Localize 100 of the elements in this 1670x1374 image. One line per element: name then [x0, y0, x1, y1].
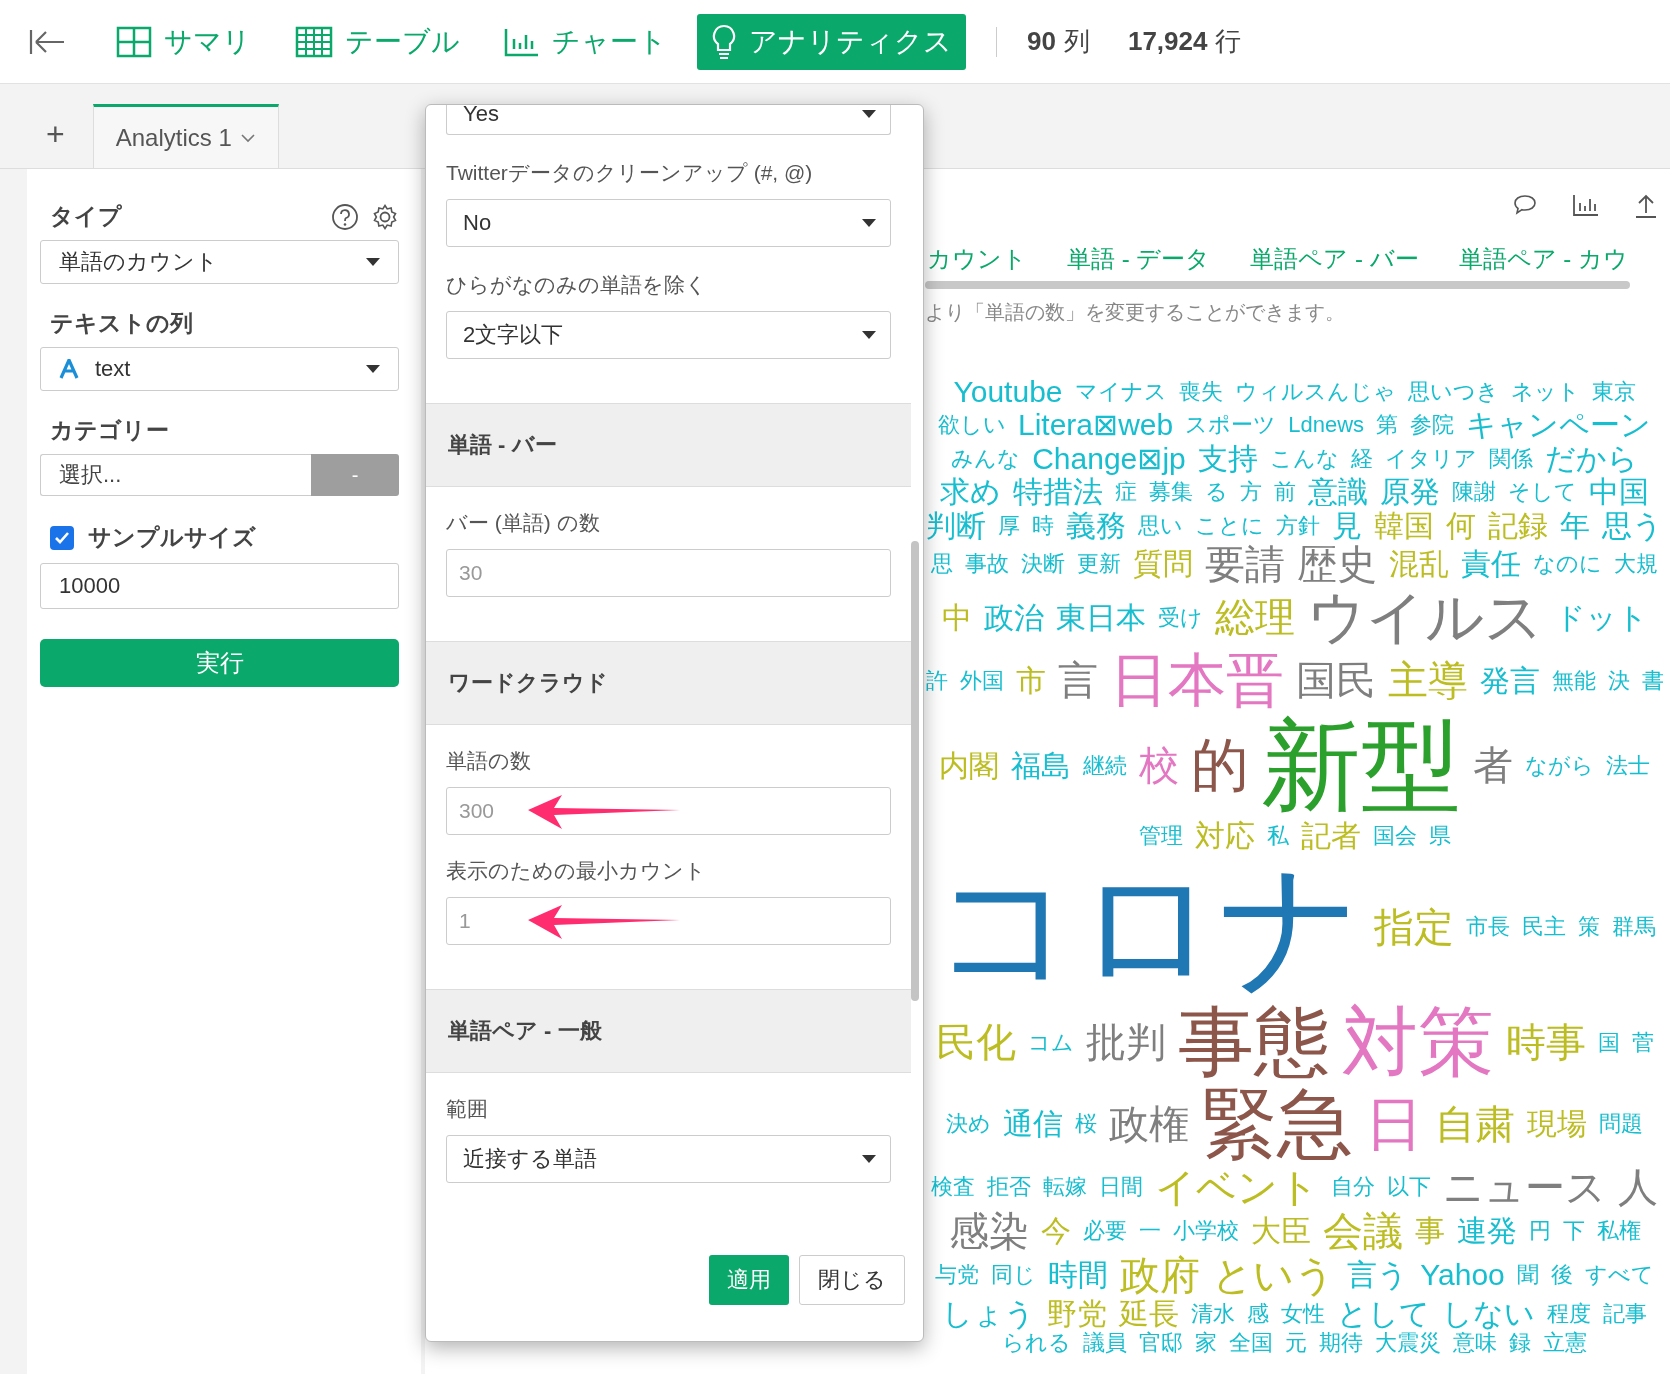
cloud-word: 感	[1247, 1302, 1269, 1326]
cloud-word: 管理	[1138, 824, 1183, 848]
cloud-word: 同じ	[991, 1263, 1037, 1287]
nav-tab[interactable]: サマリ	[102, 13, 265, 70]
cloud-word: 記事	[1603, 1302, 1647, 1326]
cloud-word: 質問	[1133, 548, 1193, 580]
nav-tab[interactable]: アナリティクス	[697, 13, 966, 70]
cloud-word: 方針	[1276, 513, 1320, 537]
cloud-word: 大震災	[1375, 1331, 1441, 1355]
help-icon[interactable]	[331, 202, 359, 231]
field-label: 単語の数	[446, 748, 532, 774]
cloud-word: 法士	[1606, 753, 1650, 777]
nav-tab[interactable]: チャート	[490, 13, 681, 70]
cloud-word: 市長	[1466, 915, 1510, 939]
cloud-word: 円	[1528, 1219, 1551, 1243]
cloud-word: 人	[1618, 1165, 1658, 1208]
field-label: テキストの列	[49, 309, 194, 338]
cloud-word: 参院	[1410, 413, 1455, 437]
cloud-word: なのに	[1533, 552, 1602, 576]
cloud-word: 何	[1446, 509, 1476, 541]
comment-icon[interactable]	[1512, 193, 1538, 217]
cloud-word: 外国	[959, 668, 1004, 692]
sample-size-field[interactable]: 10000	[40, 563, 399, 609]
cloud-word: る	[1205, 480, 1228, 504]
grid-icon	[116, 25, 152, 58]
dropdown[interactable]: No	[446, 199, 891, 247]
cloud-word: 小学校	[1172, 1219, 1239, 1243]
cloud-word: 延長	[1119, 1297, 1179, 1330]
cloud-word: 思いつき	[1407, 379, 1499, 403]
cloud-word: 国民	[1295, 659, 1376, 702]
cloud-word: 時事	[1505, 1021, 1586, 1064]
cloud-word: 決	[1607, 668, 1630, 692]
dropdown[interactable]: 近接する単語	[446, 1135, 891, 1183]
cloud-word: 時	[1032, 513, 1054, 537]
number-field[interactable]: 1	[446, 897, 891, 945]
column-select[interactable]: text	[40, 347, 399, 391]
nav-tab[interactable]: テーブル	[281, 13, 474, 70]
checkbox[interactable]	[50, 525, 74, 550]
cloud-word: 野党	[1047, 1297, 1107, 1330]
cloud-word: 中国	[1589, 476, 1649, 508]
field-label: タイプ	[49, 202, 123, 231]
cloud-word: 見	[1332, 509, 1362, 541]
cloud-word: 前	[1274, 480, 1296, 504]
number-field[interactable]: 300	[446, 787, 891, 835]
stat-value: 90	[1027, 26, 1056, 57]
cloud-word: 録	[1509, 1331, 1531, 1355]
chart-tab[interactable]: 単語ペア - バー	[1250, 243, 1419, 275]
cloud-word: イベント	[1155, 1165, 1319, 1208]
description-text: より「単語の数」を変更することができます。	[925, 300, 1346, 325]
settings-icon[interactable]	[371, 202, 399, 231]
upload-icon[interactable]	[1634, 193, 1658, 219]
cloud-word: 事態	[1177, 1002, 1330, 1083]
scrollbar[interactable]	[925, 281, 1630, 289]
cloud-word: 県	[1428, 824, 1451, 848]
caret-icon	[862, 331, 876, 339]
stat-unit: 列	[1063, 25, 1090, 58]
chart-tab[interactable]: 単語 - データ	[1067, 243, 1211, 275]
cloud-word: 通信	[1003, 1108, 1063, 1140]
type-select[interactable]: 単語のカウント	[40, 240, 399, 284]
cloud-word: 決断	[1021, 552, 1065, 576]
cloud-word: 対応	[1194, 819, 1255, 852]
field-label: 範囲	[446, 1096, 489, 1122]
cloud-word: 問題	[1599, 1112, 1643, 1136]
cloud-word: 東日本	[1055, 601, 1146, 634]
cloud-word: 思う	[1602, 509, 1663, 541]
add-tab-button[interactable]: +	[46, 115, 65, 153]
cloud-word: 一	[1138, 1219, 1161, 1243]
number-field[interactable]: 30	[446, 549, 891, 597]
cloud-word: 緊急	[1201, 1084, 1353, 1164]
cloud-word: 関係	[1488, 446, 1533, 470]
cloud-word: 思	[931, 552, 953, 576]
lightbulb-icon	[711, 23, 737, 60]
cloud-word: 聞	[1516, 1263, 1539, 1287]
cloud-word: 書	[1641, 668, 1664, 692]
scrollbar[interactable]	[911, 541, 919, 1001]
apply-button[interactable]: 適用	[709, 1255, 789, 1305]
chart-tab[interactable]: 単語ペア - カウ	[1458, 243, 1628, 275]
cloud-word: 決め	[946, 1112, 991, 1136]
dropdown[interactable]: Yes	[446, 105, 891, 135]
cloud-word: 下	[1562, 1219, 1585, 1243]
cloud-word: しょう	[942, 1297, 1035, 1330]
cloud-word: ウイルス	[1306, 587, 1543, 648]
cloud-word: 全国	[1229, 1331, 1273, 1355]
cloud-word: 自分	[1331, 1175, 1375, 1199]
dropdown[interactable]: 2文字以下	[446, 311, 891, 359]
clear-button[interactable]: -	[311, 454, 399, 496]
collapse-icon[interactable]	[28, 27, 66, 56]
cloud-word: 支持	[1197, 442, 1258, 474]
chart-tab[interactable]: カウント	[927, 243, 1027, 275]
run-button[interactable]: 実行	[40, 639, 399, 687]
analytics-tab[interactable]: Analytics 1	[92, 104, 279, 168]
category-field[interactable]: 選択...	[40, 454, 311, 496]
cloud-word: 校	[1139, 744, 1179, 787]
cloud-word: ウィルスんじゃ	[1234, 379, 1396, 403]
cloud-word: として	[1337, 1297, 1430, 1330]
bar-chart-icon[interactable]	[1572, 193, 1600, 217]
cloud-word: 思い	[1138, 513, 1183, 537]
cloud-word: 欲しい	[937, 413, 1006, 437]
close-button[interactable]: 閉じる	[799, 1255, 905, 1305]
cloud-word: 更新	[1077, 552, 1121, 576]
